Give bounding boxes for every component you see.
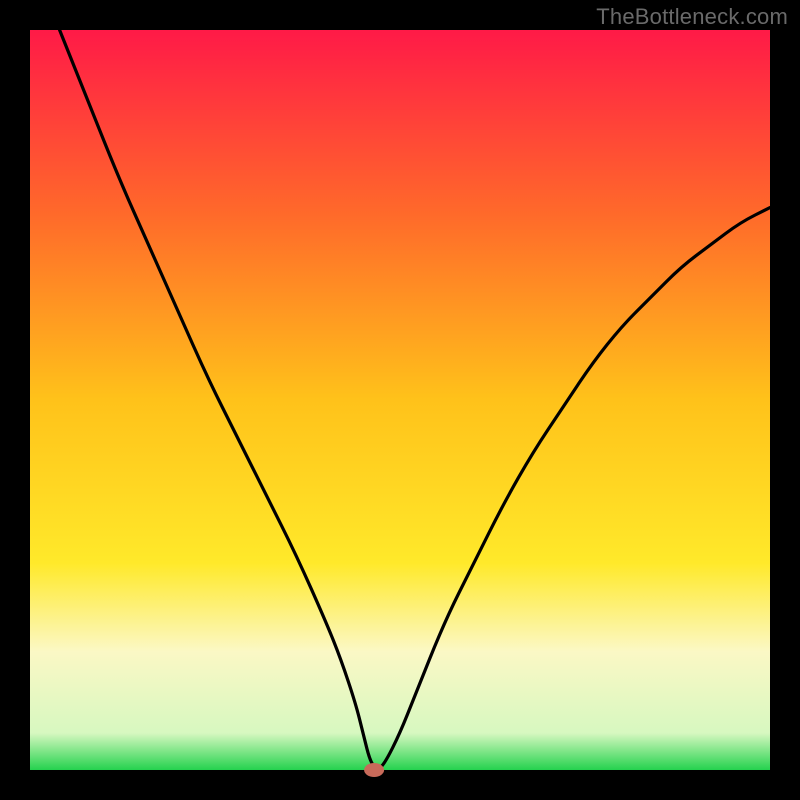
- bottleneck-chart: [0, 0, 800, 800]
- chart-frame: TheBottleneck.com: [0, 0, 800, 800]
- optimum-marker: [364, 763, 384, 777]
- plot-background: [30, 30, 770, 770]
